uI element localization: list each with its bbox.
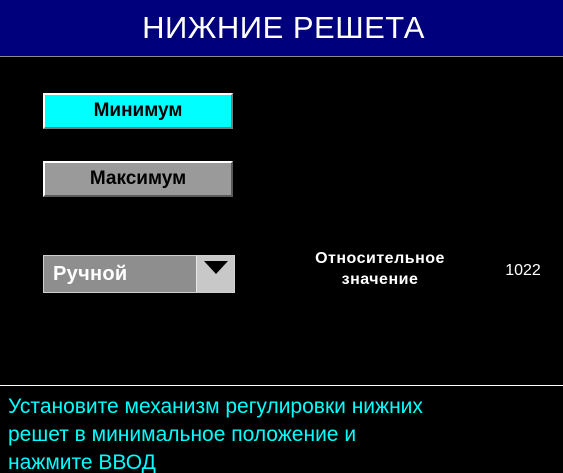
screen-title: НИЖНИЕ РЕШЕТА <box>142 10 425 45</box>
relative-value-readout: 1022 <box>505 262 541 279</box>
maximum-button-label: Максимум <box>89 168 187 189</box>
instruction-message: Установите механизм регулировки нижних р… <box>0 386 563 473</box>
dropdown-toggle[interactable] <box>196 256 234 292</box>
relative-value-label: Относительное значение <box>315 250 445 288</box>
triangle-down-icon <box>203 261 228 274</box>
minimum-button-label: Минимум <box>93 100 183 121</box>
mode-dropdown-value: Ручной <box>53 262 128 285</box>
maximum-button[interactable]: Максимум <box>43 161 233 197</box>
title-bar: НИЖНИЕ РЕШЕТА <box>0 0 563 57</box>
mode-dropdown[interactable]: Ручной <box>43 255 235 293</box>
minimum-button[interactable]: Минимум <box>43 93 233 129</box>
main-panel: Минимум Максимум Ручной Относительное зн… <box>0 57 563 385</box>
